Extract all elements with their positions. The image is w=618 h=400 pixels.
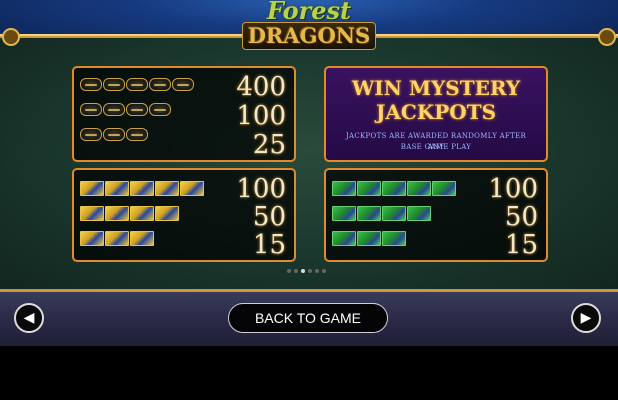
payout-5-of-kind: 100 — [236, 174, 286, 204]
symbol-row-4 — [332, 206, 431, 221]
symbol-row-3 — [332, 231, 406, 246]
green-scale-icon — [407, 206, 431, 221]
symbol-row-4 — [80, 103, 171, 116]
green-scale-icon — [382, 231, 406, 246]
page-dot[interactable] — [294, 269, 298, 273]
gold-scale-icon — [80, 181, 104, 196]
mystery-title-line1: WIN MYSTERY — [351, 76, 521, 100]
paytable-panel-dragon: 400 100 25 — [72, 66, 296, 162]
payout-5-of-kind: 100 — [488, 174, 538, 204]
next-page-button[interactable]: ▶ — [571, 303, 601, 333]
dragon-logo-icon — [80, 128, 102, 141]
gold-scale-icon — [155, 181, 179, 196]
dragon-logo-icon — [149, 103, 171, 116]
dragon-logo-icon — [80, 78, 102, 91]
gold-scale-icon — [80, 206, 104, 221]
dragon-logo-icon — [149, 78, 171, 91]
green-scale-icon — [357, 231, 381, 246]
payout-3-of-kind: 25 — [252, 130, 286, 160]
green-scale-icon — [432, 181, 456, 196]
green-scale-icon — [332, 206, 356, 221]
green-scale-icon — [382, 181, 406, 196]
arrow-right-icon: ▶ — [580, 310, 592, 326]
mystery-title-line2: JACKPOTS — [375, 100, 497, 124]
payout-5-of-kind: 400 — [236, 72, 286, 102]
gold-scale-icon — [130, 231, 154, 246]
symbol-row-3 — [80, 231, 154, 246]
dragon-logo-icon — [126, 103, 148, 116]
gold-scale-icon — [80, 231, 104, 246]
green-scale-icon — [382, 206, 406, 221]
paytable-panel-gold: 100 50 15 — [72, 168, 296, 262]
corner-ornament-right — [598, 28, 616, 46]
gold-scale-icon — [155, 206, 179, 221]
game-logo: Forest DRAGONS — [232, 0, 386, 58]
gold-scale-icon — [105, 231, 129, 246]
dragon-logo-icon — [103, 78, 125, 91]
symbol-row-5 — [332, 181, 456, 196]
back-to-game-button[interactable]: BACK TO GAME — [228, 303, 388, 333]
dragon-logo-icon — [172, 78, 194, 91]
green-scale-icon — [357, 181, 381, 196]
mystery-subtitle-line2: base game play — [400, 143, 472, 151]
page-dot[interactable] — [322, 269, 326, 273]
dragon-logo-icon — [126, 78, 148, 91]
dragon-logo-icon — [103, 128, 125, 141]
corner-ornament-left — [2, 28, 20, 46]
logo-line-dragons: DRAGONS — [242, 22, 376, 50]
page-dot-active[interactable] — [301, 269, 305, 273]
payout-4-of-kind: 100 — [236, 101, 286, 131]
payout-3-of-kind: 15 — [252, 230, 286, 260]
logo-line-forest: Forest — [266, 0, 352, 25]
page-dot[interactable] — [287, 269, 291, 273]
payout-4-of-kind: 50 — [252, 202, 286, 232]
page-dot[interactable] — [308, 269, 312, 273]
paytable-panel-green: 100 50 15 — [324, 168, 548, 262]
symbol-row-3 — [80, 128, 148, 141]
symbol-row-5 — [80, 78, 194, 91]
payout-3-of-kind: 15 — [504, 230, 538, 260]
page-indicator — [287, 269, 326, 273]
page-dot[interactable] — [315, 269, 319, 273]
mystery-jackpot-panel: WIN MYSTERY JACKPOTS Jackpots are awarde… — [324, 66, 548, 162]
symbol-row-4 — [80, 206, 179, 221]
prev-page-button[interactable]: ◀ — [14, 303, 44, 333]
gold-scale-icon — [105, 206, 129, 221]
bottom-letterbox — [0, 346, 618, 400]
gold-scale-icon — [130, 206, 154, 221]
symbol-row-5 — [80, 181, 204, 196]
gold-scale-icon — [105, 181, 129, 196]
gold-scale-icon — [130, 181, 154, 196]
green-scale-icon — [407, 181, 431, 196]
green-scale-icon — [332, 231, 356, 246]
dragon-logo-icon — [126, 128, 148, 141]
arrow-left-icon: ◀ — [23, 310, 35, 326]
dragon-logo-icon — [103, 103, 125, 116]
dragon-logo-icon — [80, 103, 102, 116]
green-scale-icon — [357, 206, 381, 221]
payout-4-of-kind: 50 — [504, 202, 538, 232]
gold-scale-icon — [180, 181, 204, 196]
green-scale-icon — [332, 181, 356, 196]
